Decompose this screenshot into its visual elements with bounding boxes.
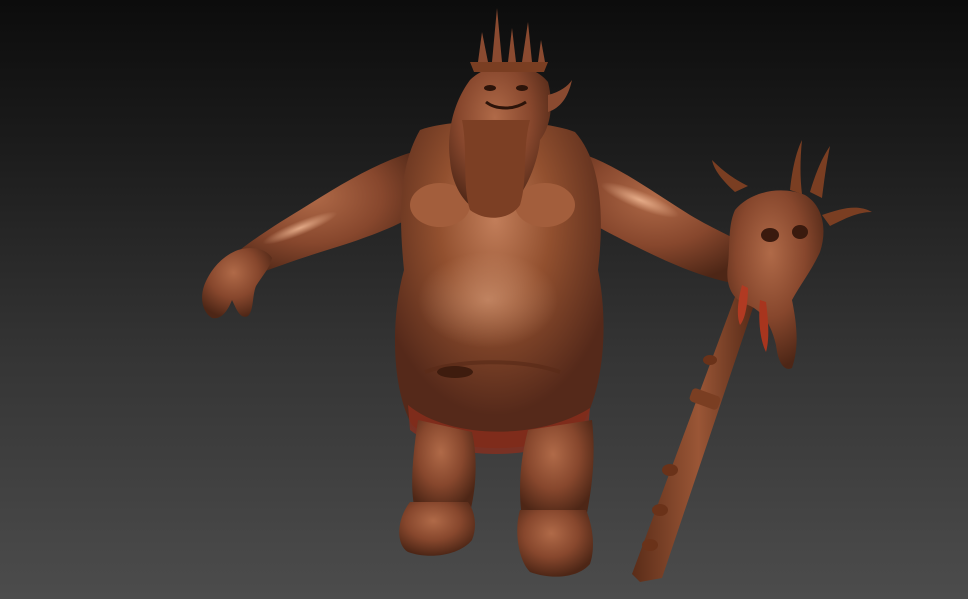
sculpt-render bbox=[202, 8, 872, 582]
3d-viewport-canvas[interactable] bbox=[0, 0, 968, 599]
crown bbox=[470, 8, 548, 72]
left-arm bbox=[202, 150, 420, 319]
